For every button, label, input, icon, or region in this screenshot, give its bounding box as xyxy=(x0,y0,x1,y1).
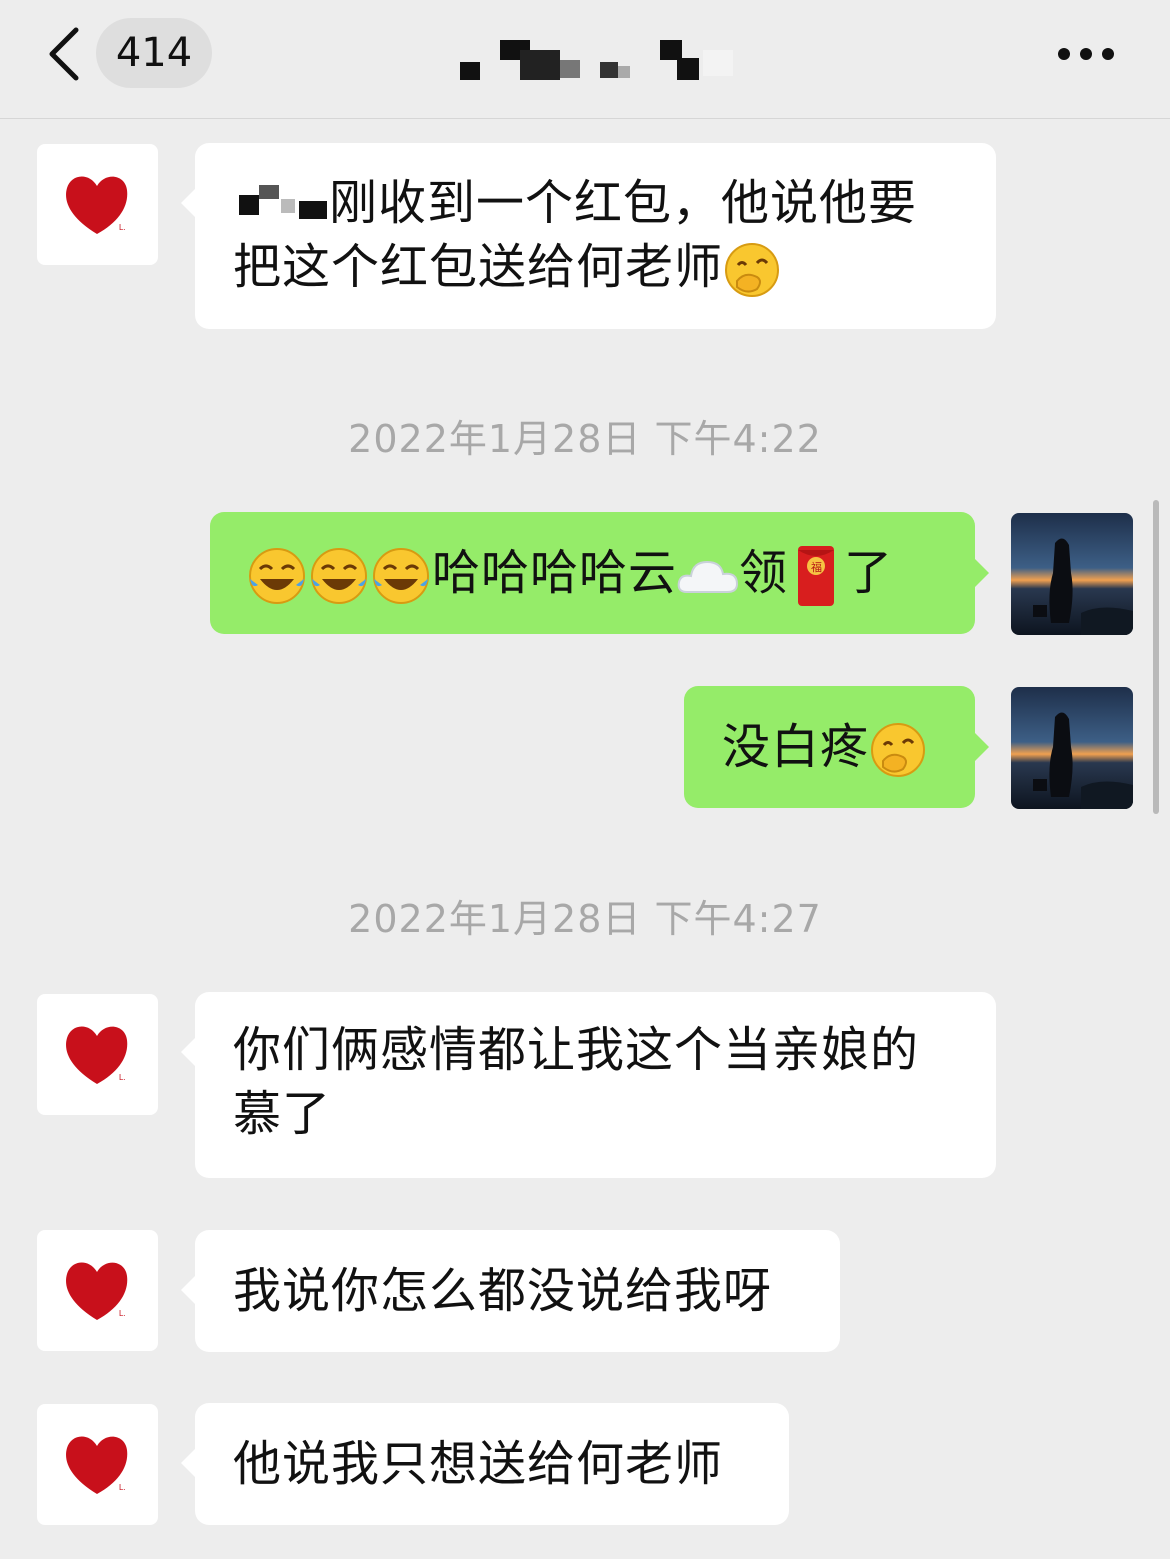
cloud-emoji-icon xyxy=(677,560,739,593)
chevron-left-icon[interactable] xyxy=(44,26,88,82)
red-envelope-emoji-icon: 福 xyxy=(798,546,835,606)
tears-of-joy-emoji-icon xyxy=(373,548,429,604)
svg-text:L.: L. xyxy=(119,1073,126,1082)
contact-avatar[interactable]: L. xyxy=(37,1230,158,1351)
timestamp: 2022年1月28日 下午4:22 xyxy=(348,417,822,461)
message-bubble-outgoing[interactable]: 没白疼 xyxy=(684,686,989,808)
message-text: 领 xyxy=(739,545,789,601)
message-text: 了 xyxy=(844,545,894,601)
red-heart-icon: L. xyxy=(66,1436,128,1494)
timestamp: 2022年1月28日 下午4:27 xyxy=(348,897,822,941)
message-bubble-incoming[interactable]: 他说我只想送给何老师 xyxy=(181,1403,789,1525)
contact-avatar[interactable]: L. xyxy=(37,144,158,265)
red-heart-icon: L. xyxy=(66,1026,128,1084)
sunset-silhouette-avatar-icon xyxy=(1011,513,1133,635)
message-text: 没白疼 xyxy=(722,719,870,775)
covering-mouth-emoji-icon xyxy=(871,723,926,777)
tears-of-joy-emoji-icon xyxy=(249,548,305,604)
message-bubble-incoming[interactable]: 刚收到一个红包，他说他要 把这个红包送给何老师 xyxy=(181,143,996,329)
svg-text:L.: L. xyxy=(119,223,126,232)
chat-title-redacted xyxy=(460,40,733,80)
message-bubble-incoming[interactable]: 你们俩感情都让我这个当亲娘的 慕了 xyxy=(181,992,996,1178)
redacted-name xyxy=(239,185,327,219)
message-bubble-incoming[interactable]: 我说你怎么都没说给我呀 xyxy=(181,1230,840,1352)
svg-text:L.: L. xyxy=(119,1483,126,1492)
message-bubble-outgoing[interactable]: 哈哈哈哈云 领 福 了 xyxy=(210,512,989,634)
sunset-silhouette-avatar-icon xyxy=(1011,687,1133,809)
svg-text:L.: L. xyxy=(119,1309,126,1318)
my-avatar[interactable] xyxy=(1011,513,1133,635)
contact-avatar[interactable]: L. xyxy=(37,994,158,1115)
tears-of-joy-emoji-icon xyxy=(311,548,367,604)
chat-header: 414 xyxy=(0,0,1170,119)
message-text: 他说我只想送给何老师 xyxy=(233,1436,724,1492)
my-avatar[interactable] xyxy=(1011,687,1133,809)
scrollbar[interactable] xyxy=(1153,500,1159,814)
unread-count-badge[interactable]: 414 xyxy=(96,18,212,88)
svg-text:福: 福 xyxy=(811,560,823,574)
message-text: 哈哈哈哈云 xyxy=(432,545,678,601)
covering-mouth-emoji-icon xyxy=(725,243,780,297)
red-heart-icon: L. xyxy=(66,176,128,234)
red-heart-icon: L. xyxy=(66,1262,128,1320)
message-text: 把这个红包送给何老师 xyxy=(233,239,724,295)
more-dots-icon[interactable] xyxy=(1054,40,1118,68)
message-text: 刚收到一个红包，他说他要 xyxy=(329,175,918,231)
message-text: 你们俩感情都让我这个当亲娘的 xyxy=(233,1022,920,1078)
message-text: 慕了 xyxy=(233,1086,332,1142)
message-text: 我说你怎么都没说给我呀 xyxy=(233,1263,773,1319)
contact-avatar[interactable]: L. xyxy=(37,1404,158,1525)
